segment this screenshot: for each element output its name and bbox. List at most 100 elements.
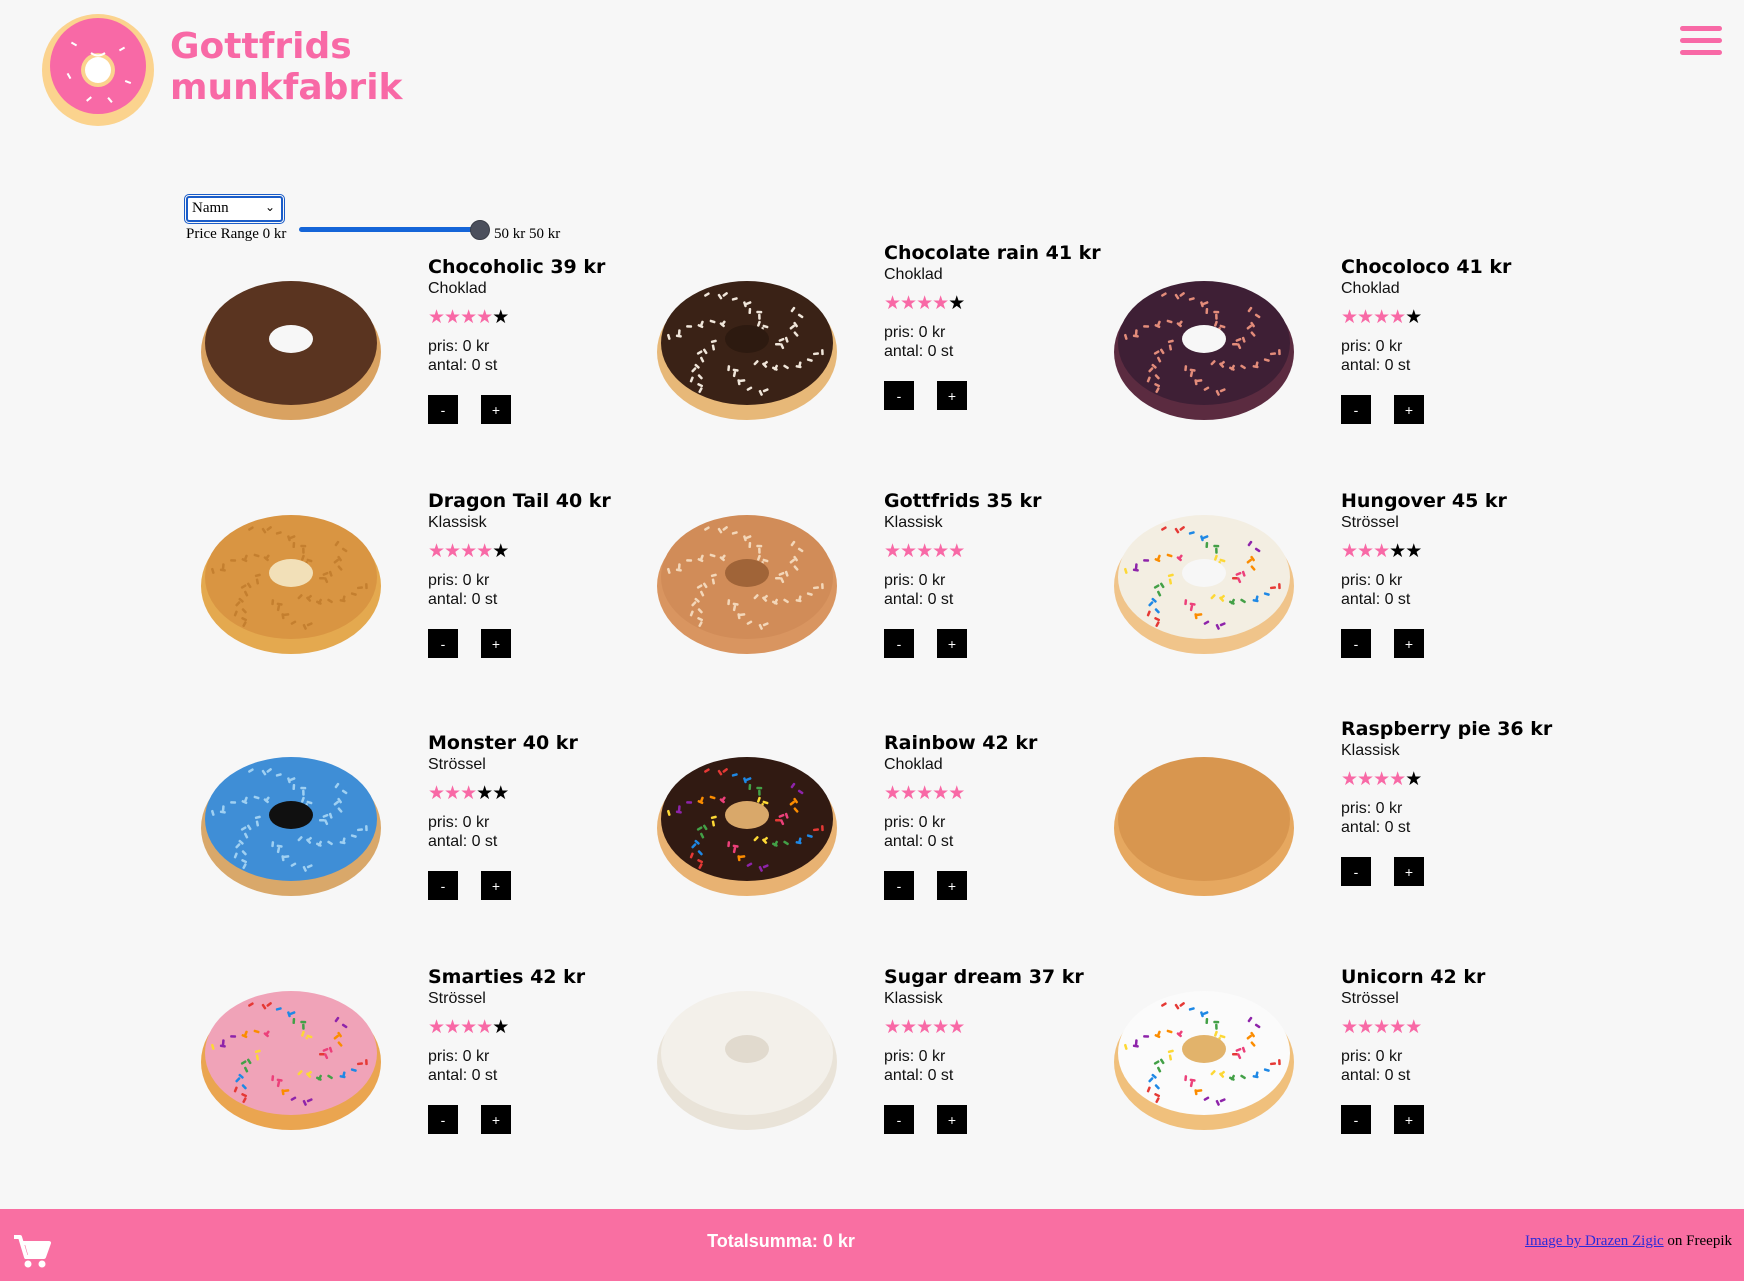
product-info: Dragon Tail 40 kr Klassisk ★★★★★ pris: 0 kr… [428,491,648,658]
product-quantity: antal: 0 st [428,833,498,850]
star-empty-icon: ★ [1389,541,1406,562]
donut-image [201,281,381,420]
product-info: Chocoholic 39 kr Choklad ★★★★★ pris: 0 kr an… [428,257,648,424]
donut-image [1114,991,1294,1130]
credit-suffix: on Freepik [1663,1233,1732,1249]
donut-image [1114,281,1294,420]
product-card: Rainbow 42 kr Choklad ★★★★★ pris: 0 kr antal… [652,733,1092,943]
star-filled-icon: ★ [900,1017,917,1038]
decrease-button[interactable]: - [884,381,914,410]
product-info: Monster 40 kr Strössel ★★★★★ pris: 0 kr anta… [428,733,648,900]
decrease-button[interactable]: - [428,629,458,658]
product-info: Rainbow 42 kr Choklad ★★★★★ pris: 0 kr antal… [884,732,1104,900]
product-card: Chocoholic 39 kr Choklad ★★★★★ pris: 0 kr an… [196,257,636,467]
decrease-button[interactable]: - [428,395,458,424]
star-filled-icon: ★ [916,783,933,804]
increase-button[interactable]: + [1394,857,1424,886]
credit-link[interactable]: Image by Drazen Zigic [1525,1233,1664,1249]
increase-button[interactable]: + [481,1105,511,1134]
quantity-controls: - + [428,629,648,658]
star-filled-icon: ★ [932,541,949,562]
increase-button[interactable]: + [937,629,967,658]
star-filled-icon: ★ [900,541,917,562]
product-quantity: antal: 0 st [1341,1067,1411,1084]
star-filled-icon: ★ [428,783,445,804]
increase-button[interactable]: + [1394,395,1424,424]
product-quantity: antal: 0 st [884,1067,954,1084]
donut-logo-icon [42,14,154,126]
quantity-controls: - + [428,395,648,424]
quantity-controls: - + [884,629,1104,658]
increase-button[interactable]: + [481,629,511,658]
rating-stars: ★★★★★ [428,784,648,804]
star-filled-icon: ★ [884,293,901,314]
increase-button[interactable]: + [1394,1105,1424,1134]
donut-image [657,757,837,896]
product-title: Sugar dream 37 kr [884,966,1084,988]
product-price: pris: 0 kr [428,572,490,589]
hamburger-icon[interactable] [1680,24,1724,56]
decrease-button[interactable]: - [1341,395,1371,424]
decrease-button[interactable]: - [1341,629,1371,658]
price-range-slider[interactable] [299,227,479,232]
quantity-controls: - + [1341,857,1561,886]
decrease-button[interactable]: - [1341,1105,1371,1134]
star-filled-icon: ★ [932,1017,949,1038]
chevron-down-icon: ⌄ [264,200,275,214]
product-info: Hungover 45 kr Strössel ★★★★★ pris: 0 kr ant… [1341,491,1561,658]
sort-select[interactable]: Namn ⌄ [184,194,285,224]
product-card: Dragon Tail 40 kr Klassisk ★★★★★ pris: 0 kr… [196,491,636,701]
star-empty-icon: ★ [1405,541,1422,562]
star-filled-icon: ★ [1389,307,1406,328]
brand-name: Gottfrids munkfabrik [170,26,402,108]
star-filled-icon: ★ [1341,541,1358,562]
filter-controls: Namn ⌄ Price Range 0 kr 50 kr 50 kr [184,194,586,246]
product-title: Chocoloco 41 kr [1341,256,1512,278]
star-filled-icon: ★ [1341,769,1358,790]
increase-button[interactable]: + [937,1105,967,1134]
product-quantity: antal: 0 st [1341,819,1411,836]
product-quantity: antal: 0 st [428,357,498,374]
star-filled-icon: ★ [932,293,949,314]
increase-button[interactable]: + [481,395,511,424]
increase-button[interactable]: + [937,381,967,410]
decrease-button[interactable]: - [884,629,914,658]
product-category: Choklad [884,266,943,283]
decrease-button[interactable]: - [1341,857,1371,886]
star-filled-icon: ★ [1357,769,1374,790]
star-filled-icon: ★ [1341,307,1358,328]
rating-stars: ★★★★★ [428,1018,648,1038]
product-quantity: antal: 0 st [884,591,954,608]
rating-stars: ★★★★★ [884,542,1104,562]
decrease-button[interactable]: - [884,1105,914,1134]
star-filled-icon: ★ [1373,307,1390,328]
product-price: pris: 0 kr [884,324,946,341]
price-range-slider-thumb[interactable] [470,220,490,240]
star-filled-icon: ★ [428,307,445,328]
increase-button[interactable]: + [1394,629,1424,658]
increase-button[interactable]: + [481,871,511,900]
rating-stars: ★★★★★ [428,542,648,562]
star-filled-icon: ★ [444,541,461,562]
decrease-button[interactable]: - [884,871,914,900]
star-filled-icon: ★ [1405,1017,1422,1038]
star-filled-icon: ★ [460,1017,477,1038]
rating-stars: ★★★★★ [884,1018,1104,1038]
increase-button[interactable]: + [937,871,967,900]
product-quantity: antal: 0 st [428,591,498,608]
star-filled-icon: ★ [900,783,917,804]
star-filled-icon: ★ [1389,769,1406,790]
decrease-button[interactable]: - [428,871,458,900]
product-quantity: antal: 0 st [884,343,954,360]
star-empty-icon: ★ [492,783,509,804]
product-title: Rainbow 42 kr [884,732,1038,754]
quantity-controls: - + [884,871,1104,900]
decrease-button[interactable]: - [428,1105,458,1134]
donut-image [201,991,381,1130]
donut-image [201,515,381,654]
product-category: Strössel [428,756,486,773]
donut-image [657,515,837,654]
quantity-controls: - + [1341,1105,1561,1134]
product-title: Unicorn 42 kr [1341,966,1486,988]
rating-stars: ★★★★★ [1341,770,1561,790]
